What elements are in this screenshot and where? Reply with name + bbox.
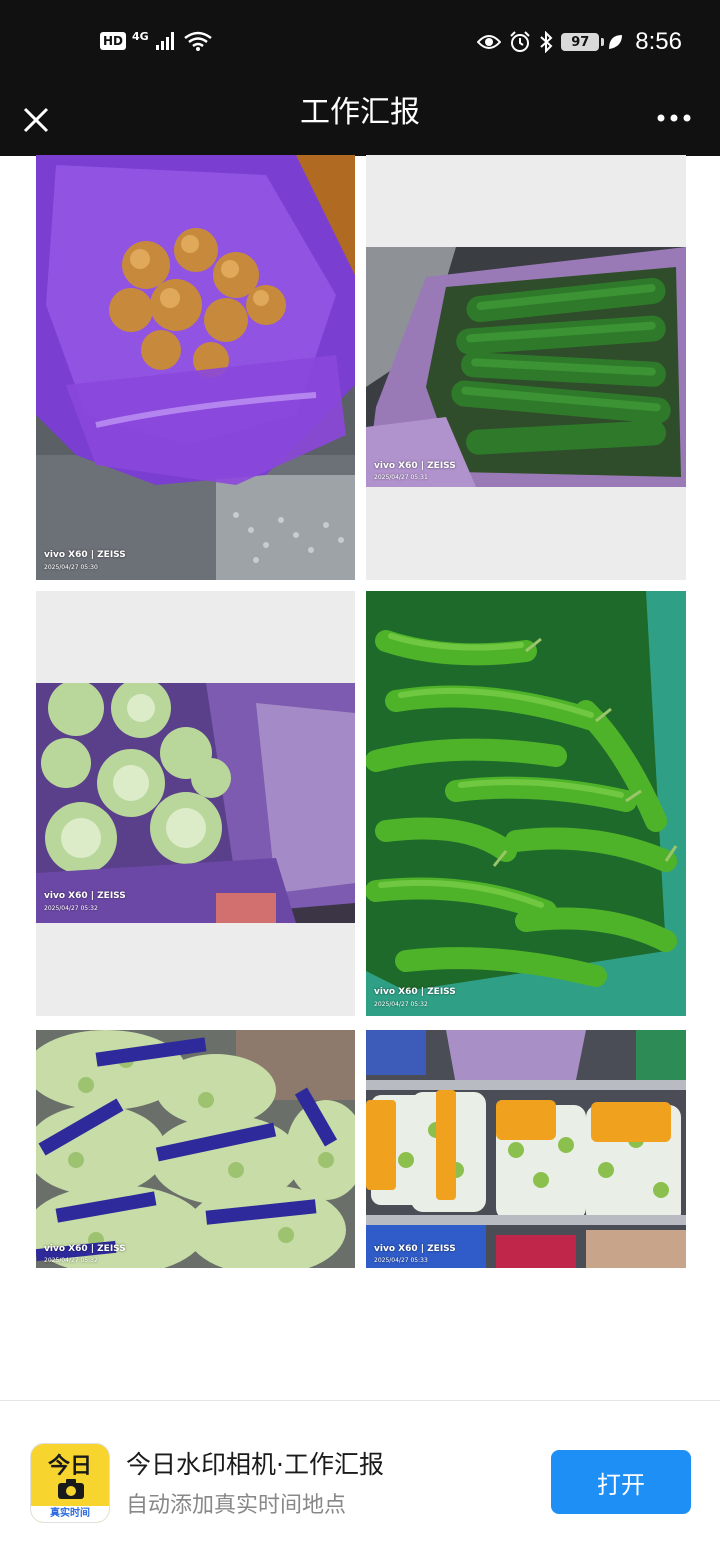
page-title: 工作汇报 [300,96,420,129]
signal-icon [155,32,174,50]
green-peppers-image [366,591,686,1016]
root-vegetables-image [36,155,355,580]
app-description: 自动添加真实时间地点 [126,1493,347,1518]
more-icon [657,114,691,122]
status-time: 8:56 [635,28,682,55]
more-button[interactable] [654,98,694,138]
status-left: HD 4G [100,26,213,56]
close-icon [23,107,49,133]
watermark-brand: vivo X60 | ZEISS [44,1244,126,1254]
cucumbers-image [366,247,686,487]
watermark-date: 2025/04/27 05:30 [44,564,98,571]
status-bar: HD 4G 97 8:56 [0,0,720,84]
close-button[interactable] [16,94,56,146]
open-app-button[interactable]: 打开 [551,1450,691,1514]
watermark-brand: vivo X60 | ZEISS [374,987,456,997]
status-right: 97 8:56 [477,22,682,62]
wifi-icon [183,31,212,51]
watermark-date: 2025/04/27 05:32 [44,1257,98,1264]
app-icon-subtitle: 真实时间 [31,1506,109,1522]
battery-level: 97 [571,34,590,50]
network-type-label: 4G [132,29,149,43]
shelf-vegetables-image [366,1030,686,1268]
watermark-date: 2025/04/27 05:33 [374,1257,428,1264]
watermark-brand: vivo X60 | ZEISS [44,550,126,560]
photo-cucumbers[interactable]: vivo X60 | ZEISS 2025/04/27 05:31 [366,155,686,580]
hd-icon: HD [100,32,127,50]
app-icon: 今日 真实时间 [30,1443,110,1523]
camera-icon [58,1479,84,1499]
leaf-icon [609,35,623,49]
photo-green-peppers[interactable]: vivo X60 | ZEISS 2025/04/27 05:32 [366,591,686,1016]
bagged-greens-image [36,1030,355,1268]
photo-cabbages[interactable]: vivo X60 | ZEISS 2025/04/27 05:32 [36,591,355,1016]
watermark-brand: vivo X60 | ZEISS [374,1244,456,1254]
photo-bagged-greens[interactable]: vivo X60 | ZEISS 2025/04/27 05:32 [36,1030,355,1268]
watermark-brand: vivo X60 | ZEISS [44,891,126,901]
app-name: 今日水印相机·工作汇报 [126,1450,384,1479]
photo-root-vegetables[interactable]: vivo X60 | ZEISS 2025/04/27 05:30 [36,155,355,580]
cabbages-image [36,683,355,923]
watermark-date: 2025/04/27 05:32 [44,905,98,912]
watermark-date: 2025/04/27 05:32 [374,1001,428,1008]
eye-icon [477,35,502,49]
watermark-date: 2025/04/27 05:31 [374,474,428,481]
photo-shelf-vegetables[interactable]: vivo X60 | ZEISS 2025/04/27 05:33 [366,1030,686,1268]
nav-bar: 工作汇报 [0,84,720,156]
bluetooth-icon [540,31,553,53]
app-icon-title: 今日 [47,1454,92,1479]
battery-icon: 97 [561,33,605,51]
watermark-brand: vivo X60 | ZEISS [374,461,456,471]
app-banner: 今日 真实时间 今日水印相机·工作汇报 自动添加真实时间地点 打开 [0,1400,720,1561]
alarm-icon [510,31,530,52]
